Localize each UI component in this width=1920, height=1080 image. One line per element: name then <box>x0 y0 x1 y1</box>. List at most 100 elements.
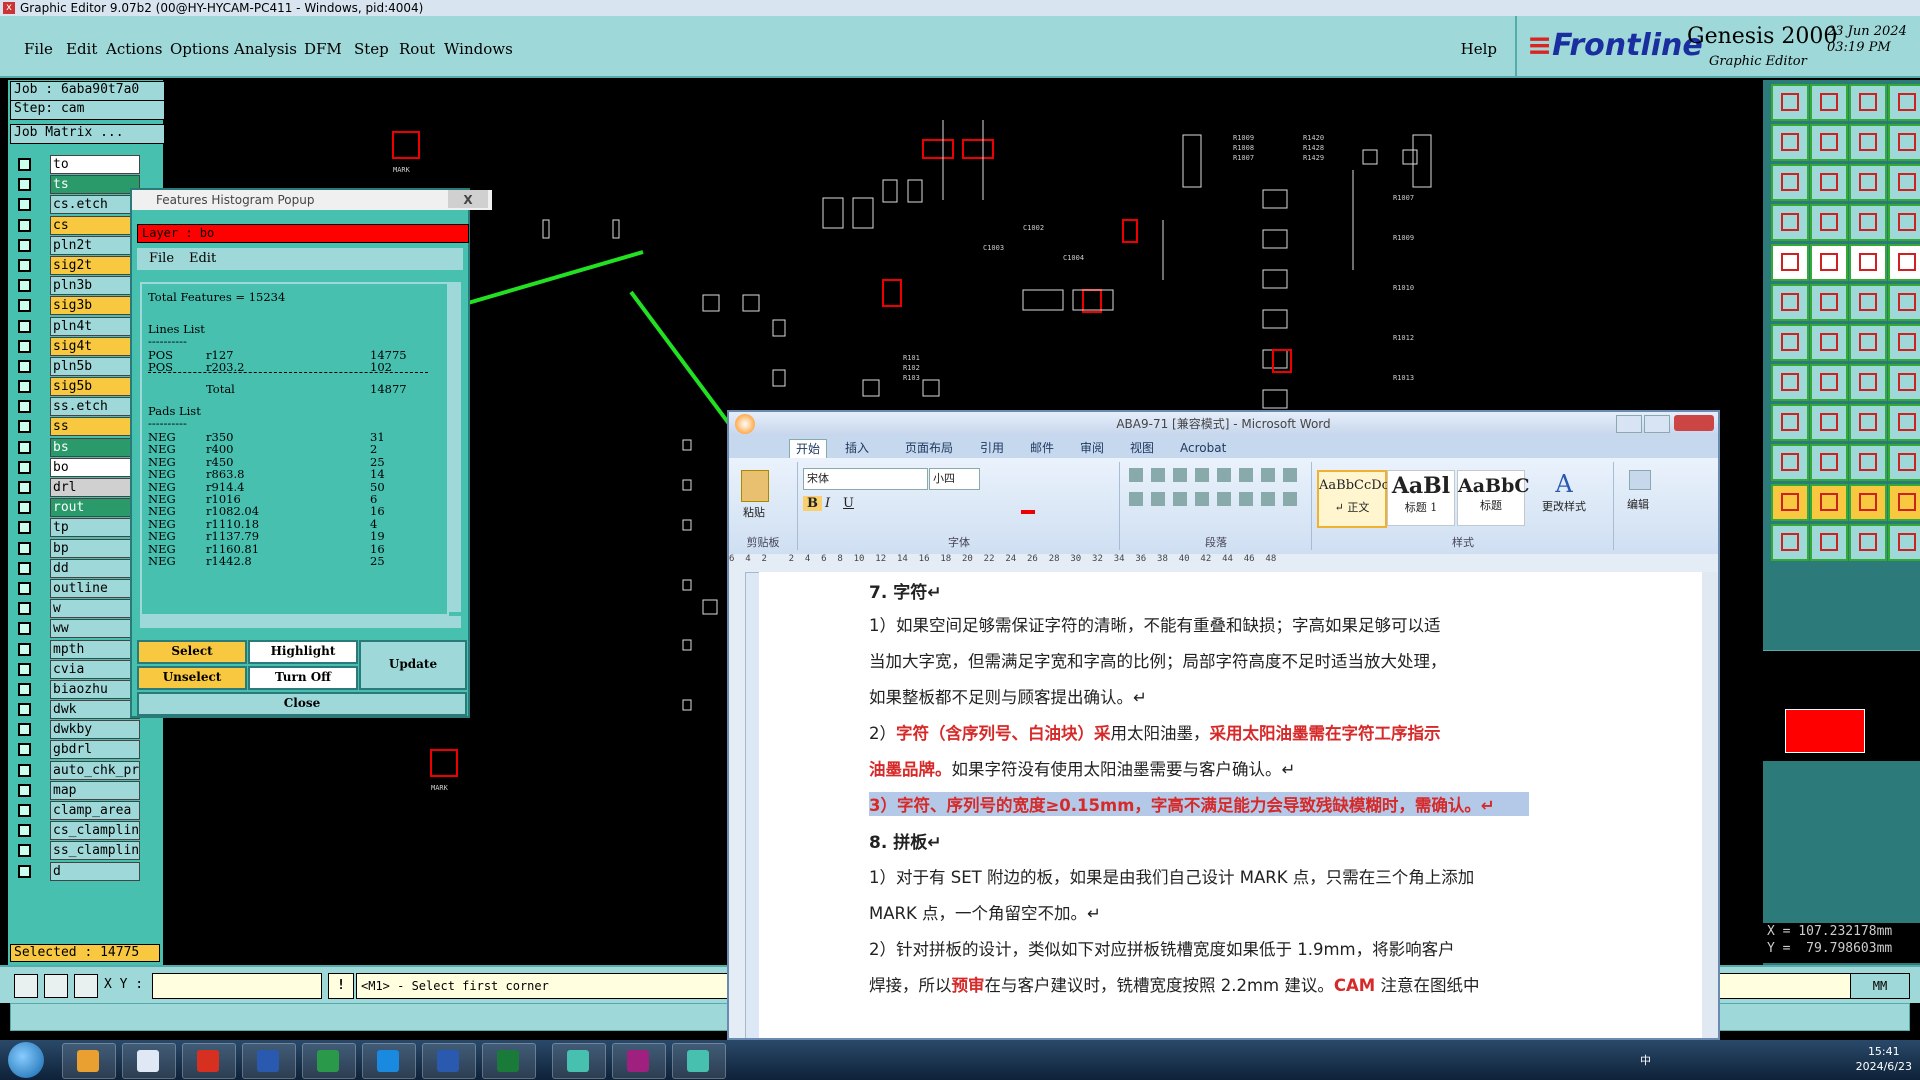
zoom-icon[interactable] <box>14 974 38 998</box>
layer-checkbox[interactable] <box>18 783 31 797</box>
layer-row[interactable]: rout <box>12 497 140 518</box>
layer-row[interactable]: drl <box>12 477 140 497</box>
tool-button[interactable] <box>1888 404 1920 441</box>
layer-row[interactable]: ss.etch <box>12 396 140 417</box>
tool-button[interactable] <box>1771 404 1809 441</box>
taskbar-app-11[interactable] <box>672 1043 726 1079</box>
layer-checkbox[interactable] <box>18 581 31 595</box>
layer-checkbox[interactable] <box>18 178 31 192</box>
layer-name[interactable]: cs.etch <box>50 195 140 215</box>
close-icon[interactable]: X <box>448 190 488 208</box>
layer-checkbox[interactable] <box>18 541 31 555</box>
layer-row[interactable]: pln3b <box>12 275 140 296</box>
font-name-select[interactable]: 宋体 <box>803 468 928 490</box>
layer-name[interactable]: pln3b <box>50 276 140 296</box>
minimap[interactable] <box>1763 650 1920 761</box>
taskbar-app-9[interactable] <box>552 1043 606 1079</box>
style-heading1[interactable]: AaBl 标题 1 <box>1387 470 1455 526</box>
tool-button[interactable] <box>1771 484 1809 521</box>
layer-row[interactable]: cvia <box>12 659 140 679</box>
font-color-icon[interactable] <box>1021 496 1035 514</box>
tool-button[interactable] <box>1771 444 1809 481</box>
layer-name[interactable]: biaozhu <box>50 679 140 699</box>
taskbar-app-5[interactable] <box>302 1043 356 1079</box>
layer-row[interactable]: ww <box>12 618 140 639</box>
taskbar-app-10[interactable] <box>612 1043 666 1079</box>
tool-button[interactable] <box>1810 84 1848 121</box>
select-button[interactable]: Select <box>137 640 247 664</box>
tool-button[interactable] <box>1849 364 1887 401</box>
layer-checkbox[interactable] <box>18 218 31 232</box>
layer-checkbox[interactable] <box>18 299 31 313</box>
layer-row[interactable]: ss <box>12 416 140 437</box>
tool-button[interactable] <box>1810 484 1848 521</box>
layer-name[interactable]: dwkby <box>50 720 140 740</box>
popup-menu-edit[interactable]: Edit <box>189 248 216 270</box>
layer-checkbox[interactable] <box>18 804 31 817</box>
layer-row[interactable]: pln2t <box>12 235 140 255</box>
layer-row[interactable]: dwk <box>12 699 140 720</box>
tool-button[interactable] <box>1849 244 1887 281</box>
tool-button[interactable] <box>1888 84 1920 121</box>
word-minimize-icon[interactable] <box>1616 415 1642 433</box>
font-size-select[interactable]: 小四 <box>929 468 980 490</box>
taskbar-app-2[interactable] <box>122 1043 176 1079</box>
tab-view[interactable]: 视图 <box>1124 439 1160 457</box>
layer-name[interactable]: dd <box>50 558 140 578</box>
menu-windows[interactable]: Windows <box>444 40 513 58</box>
layer-checkbox[interactable] <box>18 460 31 474</box>
layer-checkbox[interactable] <box>18 481 31 494</box>
layer-row[interactable]: cs.etch <box>12 194 140 215</box>
update-button[interactable]: Update <box>359 640 467 690</box>
layer-name[interactable]: bs <box>50 437 140 457</box>
layer-row[interactable]: d <box>12 861 140 881</box>
layer-row[interactable]: ts <box>12 174 140 195</box>
layer-name[interactable]: outline <box>50 578 140 598</box>
list-icons[interactable] <box>1129 468 1299 482</box>
tool-button[interactable] <box>1849 484 1887 521</box>
layer-checkbox[interactable] <box>18 238 31 252</box>
paste-icon[interactable] <box>741 470 769 502</box>
tool-button[interactable] <box>1888 284 1920 321</box>
layer-row[interactable]: sig3b <box>12 295 140 316</box>
tab-insert[interactable]: 插入 <box>839 439 875 457</box>
tool-button[interactable] <box>1810 404 1848 441</box>
tool-button[interactable] <box>1888 324 1920 361</box>
layer-name[interactable]: auto_chk_pr <box>50 760 140 780</box>
layer-name[interactable]: bp <box>50 538 140 558</box>
menu-help[interactable]: Help <box>1461 40 1497 58</box>
layer-checkbox[interactable] <box>18 158 31 171</box>
layer-checkbox[interactable] <box>18 642 31 656</box>
layer-name[interactable]: clamp_area <box>50 801 140 820</box>
ime-indicator[interactable]: 中 <box>1640 1052 1651 1068</box>
popup-menu-file[interactable]: File <box>149 248 174 270</box>
layer-row[interactable]: clamp_area <box>12 800 140 820</box>
layer-row[interactable]: sig2t <box>12 255 140 275</box>
layer-row[interactable]: sig4t <box>12 336 140 356</box>
layer-checkbox[interactable] <box>18 743 31 757</box>
layer-name[interactable]: w <box>50 599 140 619</box>
tool-button[interactable] <box>1849 84 1887 121</box>
tool-button[interactable] <box>1849 204 1887 241</box>
job-matrix-button[interactable]: Job Matrix ... <box>10 124 165 144</box>
units-toggle[interactable]: MM <box>1850 973 1910 999</box>
tool-button[interactable] <box>1771 164 1809 201</box>
tool-button[interactable] <box>1888 524 1920 561</box>
taskbar-excel-icon[interactable] <box>482 1043 536 1079</box>
layer-row[interactable]: tp <box>12 517 140 538</box>
layer-row[interactable]: auto_chk_pr <box>12 760 140 780</box>
word-close-icon[interactable] <box>1674 415 1714 431</box>
tool-button[interactable] <box>1771 124 1809 161</box>
tool-button[interactable] <box>1771 524 1809 561</box>
document-page[interactable]: 7. 字符↵ 1）如果空间足够需保证字符的清晰，不能有重叠和缺损；字高如果足够可… <box>759 572 1702 1038</box>
menu-edit[interactable]: Edit <box>66 40 97 58</box>
histogram-hscroll[interactable] <box>140 616 461 628</box>
layer-checkbox[interactable] <box>18 198 31 212</box>
edit-label[interactable]: 编辑 <box>1627 496 1649 512</box>
layer-row[interactable]: pln4t <box>12 316 140 336</box>
tool-button[interactable] <box>1810 124 1848 161</box>
tool-button[interactable] <box>1771 364 1809 401</box>
tab-acrobat[interactable]: Acrobat <box>1174 439 1232 457</box>
layer-row[interactable]: biaozhu <box>12 679 140 699</box>
layer-checkbox[interactable] <box>18 682 31 696</box>
